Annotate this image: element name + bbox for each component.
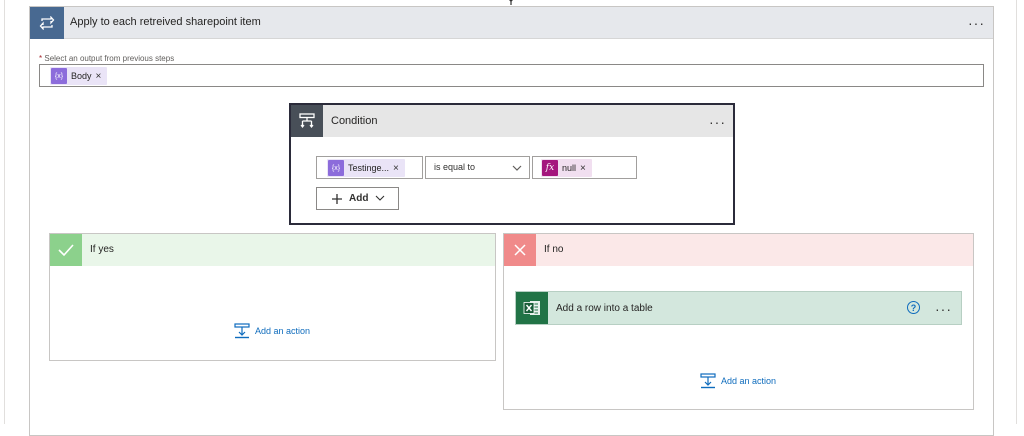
close-icon <box>504 234 536 266</box>
function-icon: fx <box>542 160 558 176</box>
expression-icon: {x} <box>328 160 344 176</box>
null-token[interactable]: fx null × <box>541 159 592 177</box>
loop-icon <box>30 7 64 39</box>
add-row-action-card[interactable]: Add a row into a table ? ··· <box>515 291 962 325</box>
operator-value: is equal to <box>434 162 476 172</box>
condition-header[interactable]: Condition ··· <box>291 105 733 137</box>
if-yes-add-action-label: Add an action <box>255 326 311 336</box>
remove-testinge-token-button[interactable]: × <box>393 163 399 174</box>
add-condition-label: Add <box>349 193 369 204</box>
body-token[interactable]: {x} Body × <box>50 67 108 85</box>
if-yes-add-action-button[interactable]: Add an action <box>234 323 310 339</box>
add-row-more-button[interactable]: ··· <box>935 302 952 316</box>
body-token-label: Body <box>71 71 92 81</box>
expression-icon: {x} <box>51 68 67 84</box>
output-input[interactable]: {x} Body × <box>39 64 984 87</box>
condition-title: Condition <box>331 115 378 127</box>
remove-body-token-button[interactable]: × <box>96 71 102 82</box>
apply-to-each-header[interactable]: Apply to each retreived sharepoint item … <box>30 7 993 39</box>
add-condition-button[interactable]: Add <box>316 187 399 210</box>
add-action-icon <box>234 323 250 339</box>
chevron-down-icon <box>376 195 385 201</box>
testinge-token[interactable]: {x} Testinge... × <box>327 159 405 177</box>
plus-icon <box>332 193 342 204</box>
condition-left-operand[interactable]: {x} Testinge... × <box>316 156 423 179</box>
canvas-border-right <box>1016 0 1017 424</box>
add-action-icon <box>700 373 716 389</box>
excel-icon <box>516 292 548 324</box>
null-token-label: null <box>562 163 577 173</box>
help-icon[interactable]: ? <box>907 301 920 314</box>
check-icon <box>50 234 82 266</box>
if-no-add-action-label: Add an action <box>721 376 777 386</box>
operator-select[interactable]: is equal to <box>425 156 530 179</box>
if-yes-title: If yes <box>90 244 114 255</box>
if-no-add-action-button[interactable]: Add an action <box>700 373 776 389</box>
canvas-border-left <box>4 0 5 424</box>
remove-null-token-button[interactable]: × <box>580 163 586 174</box>
required-marker: * <box>39 54 43 63</box>
condition-more-button[interactable]: ··· <box>709 115 726 129</box>
if-no-title: If no <box>544 244 564 255</box>
condition-icon <box>291 105 323 137</box>
if-no-header[interactable]: If no <box>504 234 973 266</box>
output-field-label: * Select an output from previous steps <box>39 54 174 63</box>
output-field-label-text: Select an output from previous steps <box>44 54 175 63</box>
chevron-down-icon <box>512 165 522 171</box>
add-row-action-title: Add a row into a table <box>556 303 653 314</box>
apply-to-each-title: Apply to each retreived sharepoint item <box>70 16 261 28</box>
apply-to-each-more-button[interactable]: ··· <box>968 16 985 30</box>
testinge-token-label: Testinge... <box>348 163 390 173</box>
if-yes-branch: If yes <box>49 233 496 361</box>
condition-right-operand[interactable]: fx null × <box>532 156 637 179</box>
if-yes-header[interactable]: If yes <box>50 234 495 266</box>
